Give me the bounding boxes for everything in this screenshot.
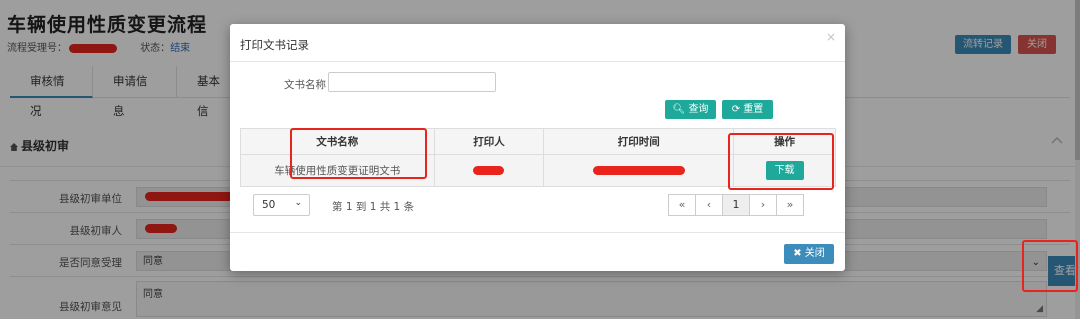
search-icon: 🔍︎ — [672, 104, 686, 115]
col-printer[interactable]: 打印人 — [433, 128, 545, 155]
page-size-select[interactable]: 50 ⌄ — [253, 194, 310, 216]
close-icon[interactable]: × — [826, 30, 836, 44]
reset-button[interactable]: ⟳ 重置 — [722, 100, 773, 119]
pagination: « ‹ 1 › » — [668, 194, 804, 216]
last-page-button[interactable]: » — [776, 194, 804, 216]
first-page-button[interactable]: « — [668, 194, 696, 216]
col-print-time[interactable]: 打印时间 — [543, 128, 735, 155]
query-button[interactable]: 🔍︎ 查询 — [665, 100, 716, 119]
query-label: 查询 — [688, 104, 709, 115]
page-info: 第 1 到 1 共 1 条 — [332, 201, 415, 213]
page-size-value: 50 — [262, 199, 276, 211]
modal-header: 打印文书记录 × — [230, 24, 845, 62]
redacted-printer — [473, 166, 505, 175]
chevron-down-icon: ⌄ — [294, 198, 302, 208]
modal-title: 打印文书记录 — [240, 38, 309, 52]
prev-page-button[interactable]: ‹ — [695, 194, 723, 216]
refresh-icon: ⟳ — [731, 104, 741, 115]
printer-cell — [433, 154, 545, 187]
doc-name-input[interactable] — [328, 72, 496, 92]
highlight-box-action — [728, 133, 834, 190]
close-icon: ✖ — [793, 248, 802, 259]
page-1-button[interactable]: 1 — [722, 194, 750, 216]
search-label: 文书名称 — [284, 79, 326, 91]
print-time-cell — [543, 154, 735, 187]
next-page-button[interactable]: › — [749, 194, 777, 216]
reset-label: 重置 — [743, 104, 764, 115]
modal-footer-divider — [230, 232, 845, 233]
highlight-box-doc-name — [290, 128, 427, 179]
redacted-print-time — [592, 166, 685, 175]
modal-close-button[interactable]: ✖ 关闭 — [784, 244, 834, 264]
highlight-box-view — [1022, 240, 1078, 292]
modal-close-label: 关闭 — [804, 248, 825, 259]
